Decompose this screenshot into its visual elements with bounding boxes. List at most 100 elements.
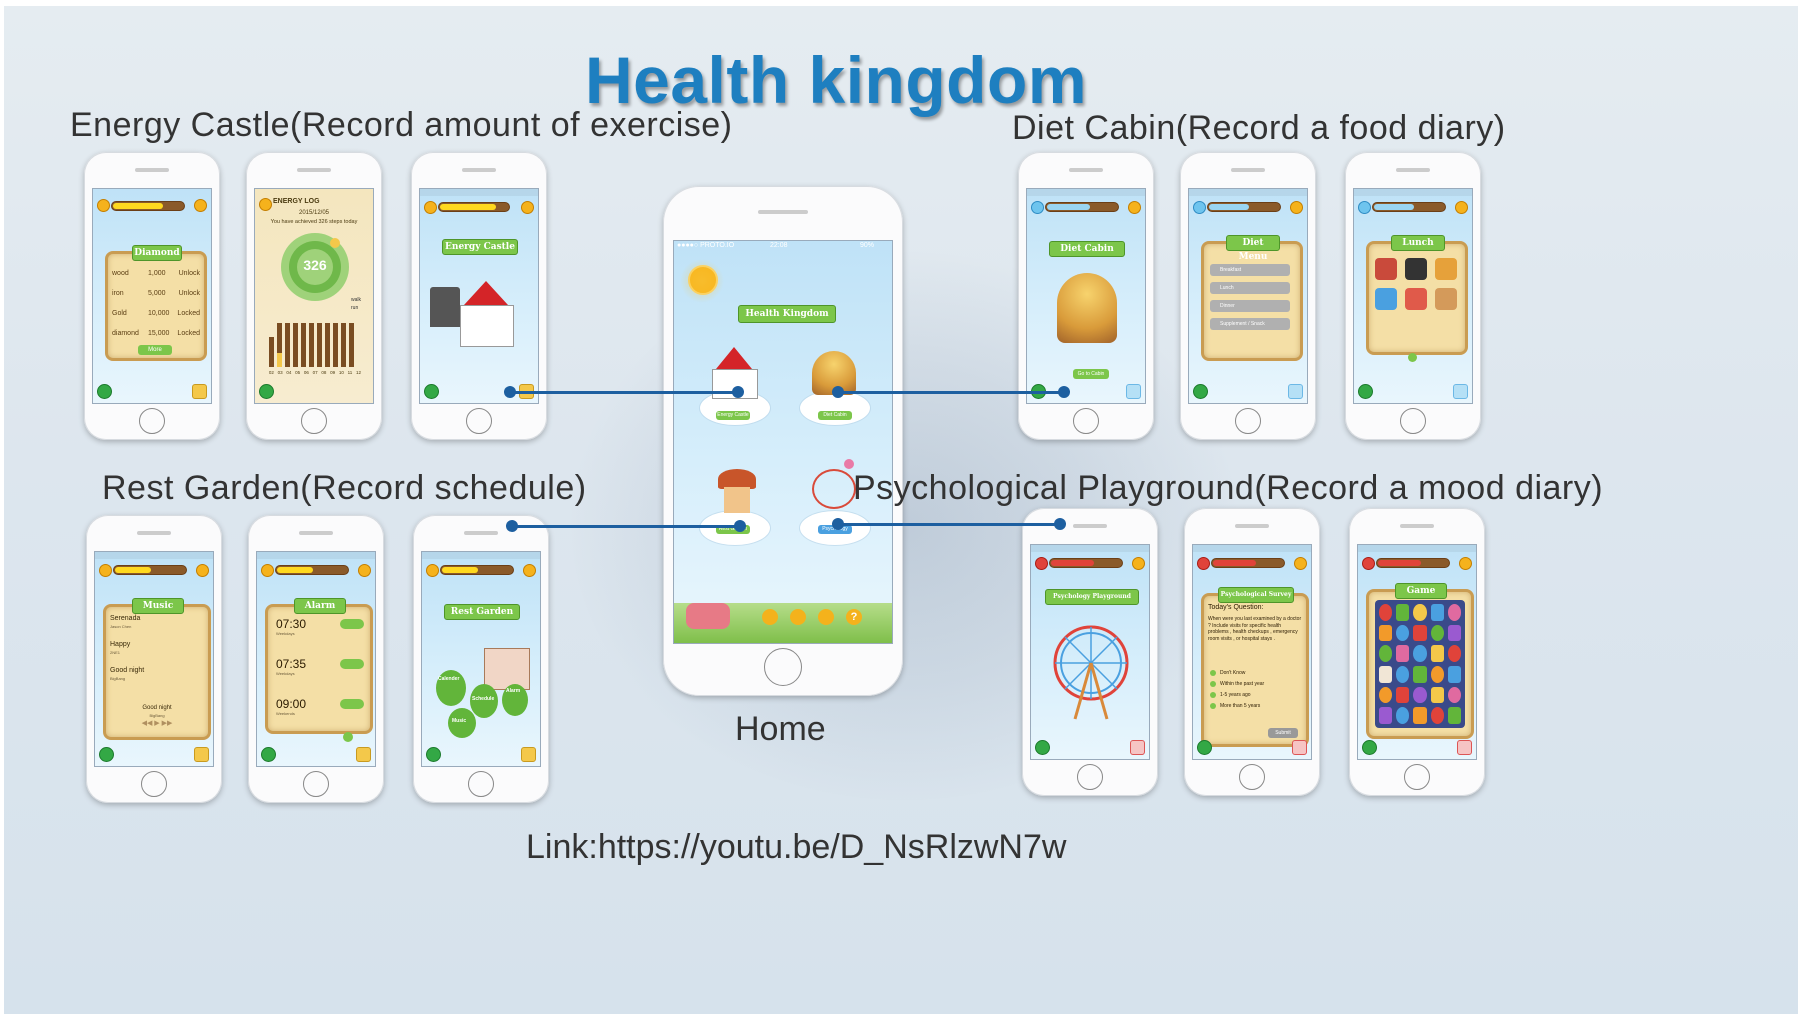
submit-button[interactable]: Submit xyxy=(1268,728,1298,738)
food-item[interactable] xyxy=(1405,258,1427,280)
confirm-check-icon[interactable] xyxy=(343,732,353,742)
alarm-toggle[interactable] xyxy=(340,619,364,629)
sun-icon[interactable] xyxy=(521,747,536,762)
confirm-check-icon[interactable] xyxy=(1408,353,1417,362)
coin-icon[interactable] xyxy=(1459,557,1472,570)
phone-home-button[interactable] xyxy=(1404,764,1430,790)
menu-item-snack[interactable]: Supplement / Snack xyxy=(1210,318,1290,330)
option-radio[interactable] xyxy=(1210,670,1216,676)
song-title[interactable]: Serenada xyxy=(110,615,140,622)
house-icon[interactable] xyxy=(484,648,530,690)
coin-button-icon[interactable] xyxy=(762,609,778,625)
home-icon[interactable] xyxy=(1358,384,1373,399)
heart-button-icon[interactable] xyxy=(1457,740,1472,755)
coin-icon[interactable] xyxy=(523,564,536,577)
friends-icon[interactable] xyxy=(790,609,806,625)
back-icon[interactable] xyxy=(424,201,437,214)
food-item[interactable] xyxy=(1435,258,1457,280)
bag-icon[interactable] xyxy=(192,384,207,399)
connector-rest xyxy=(512,525,740,528)
phone-home-button[interactable] xyxy=(1235,408,1261,434)
home-icon[interactable] xyxy=(1193,384,1208,399)
water-icon[interactable] xyxy=(1453,384,1468,399)
alarm-toggle[interactable] xyxy=(340,699,364,709)
heart-button-icon[interactable] xyxy=(1292,740,1307,755)
food-item[interactable] xyxy=(1375,288,1397,310)
home-icon[interactable] xyxy=(97,384,112,399)
unlock-button[interactable]: Unlock xyxy=(179,270,200,277)
candy-game-board[interactable] xyxy=(1375,600,1465,728)
menu-item-lunch[interactable]: Lunch xyxy=(1210,282,1290,294)
song-title[interactable]: Happy xyxy=(110,641,130,648)
phone-home-button[interactable] xyxy=(1239,764,1265,790)
home-icon[interactable] xyxy=(424,384,439,399)
go-to-cabin-button[interactable]: Go to Cabin xyxy=(1073,369,1109,379)
phone-home-button[interactable] xyxy=(301,408,327,434)
menu-item-dinner[interactable]: Dinner xyxy=(1210,300,1290,312)
option-label: Within the past year xyxy=(1220,681,1265,687)
back-icon[interactable] xyxy=(261,564,274,577)
food-item[interactable] xyxy=(1435,288,1457,310)
alarm-title: Alarm xyxy=(294,598,346,614)
home-icon[interactable] xyxy=(261,747,276,762)
connector-dot xyxy=(832,386,844,398)
coin-icon[interactable] xyxy=(196,564,209,577)
diet-cabin-button[interactable]: Diet Cabin xyxy=(818,411,852,420)
coin-icon[interactable] xyxy=(1455,201,1468,214)
unlock-button[interactable]: Unlock xyxy=(179,290,200,297)
home-icon[interactable] xyxy=(1035,740,1050,755)
coin-icon[interactable] xyxy=(1294,557,1307,570)
home-icon[interactable] xyxy=(99,747,114,762)
phone-home-button[interactable] xyxy=(303,771,329,797)
energy-castle-button[interactable]: Energy Castle xyxy=(716,411,750,420)
alarm-toggle[interactable] xyxy=(340,659,364,669)
home-icon[interactable] xyxy=(426,747,441,762)
heart-button-icon[interactable] xyxy=(1130,740,1145,755)
phone-home-button[interactable] xyxy=(764,648,802,686)
back-icon[interactable] xyxy=(426,564,439,577)
sun-icon[interactable] xyxy=(194,747,209,762)
coin-icon[interactable] xyxy=(358,564,371,577)
option-radio[interactable] xyxy=(1210,703,1216,709)
menu-item-breakfast[interactable]: Breakfast xyxy=(1210,264,1290,276)
castle-icon[interactable] xyxy=(460,305,514,347)
phone-home-button[interactable] xyxy=(1077,764,1103,790)
rest-garden-icon[interactable] xyxy=(724,487,750,513)
alarm-time[interactable]: 07:35 xyxy=(276,657,306,671)
phone-home-button[interactable] xyxy=(141,771,167,797)
alarm-time[interactable]: 07:30 xyxy=(276,617,306,631)
phone-home-button[interactable] xyxy=(468,771,494,797)
playground-icon[interactable] xyxy=(812,469,856,509)
phone-home-button[interactable] xyxy=(1400,408,1426,434)
food-item[interactable] xyxy=(1405,288,1427,310)
coin-icon[interactable] xyxy=(521,201,534,214)
water-icon[interactable] xyxy=(1288,384,1303,399)
home-icon[interactable] xyxy=(1197,740,1212,755)
alarm-time[interactable]: 09:00 xyxy=(276,697,306,711)
gear-icon[interactable] xyxy=(818,609,834,625)
cupcake-cabin-icon[interactable] xyxy=(1057,273,1117,343)
song-title[interactable]: Good night xyxy=(110,667,144,674)
coin-icon[interactable] xyxy=(1290,201,1303,214)
food-item[interactable] xyxy=(1375,258,1397,280)
coin-icon[interactable] xyxy=(1128,201,1141,214)
back-icon[interactable] xyxy=(99,564,112,577)
phone-home-button[interactable] xyxy=(1073,408,1099,434)
back-icon[interactable] xyxy=(97,199,110,212)
phone-home-button[interactable] xyxy=(139,408,165,434)
playback-controls[interactable]: ◀◀ ▶ ▶▶ xyxy=(106,719,208,727)
coin-icon[interactable] xyxy=(194,199,207,212)
help-icon[interactable]: ? xyxy=(846,609,862,625)
phone-home-button[interactable] xyxy=(466,408,492,434)
home-icon[interactable] xyxy=(1362,740,1377,755)
video-link[interactable]: Link:https://youtu.be/D_NsRlzwN7w xyxy=(526,828,1066,867)
sun-icon[interactable] xyxy=(356,747,371,762)
home-icon[interactable] xyxy=(259,384,274,399)
ferris-wheel-icon[interactable] xyxy=(1049,623,1133,723)
option-radio[interactable] xyxy=(1210,681,1216,687)
screen-rest-garden: Rest Garden Calender Schedule Alarm Musi… xyxy=(421,551,541,767)
option-radio[interactable] xyxy=(1210,692,1216,698)
coin-icon[interactable] xyxy=(1132,557,1145,570)
more-button[interactable]: More xyxy=(138,345,172,355)
water-icon[interactable] xyxy=(1126,384,1141,399)
